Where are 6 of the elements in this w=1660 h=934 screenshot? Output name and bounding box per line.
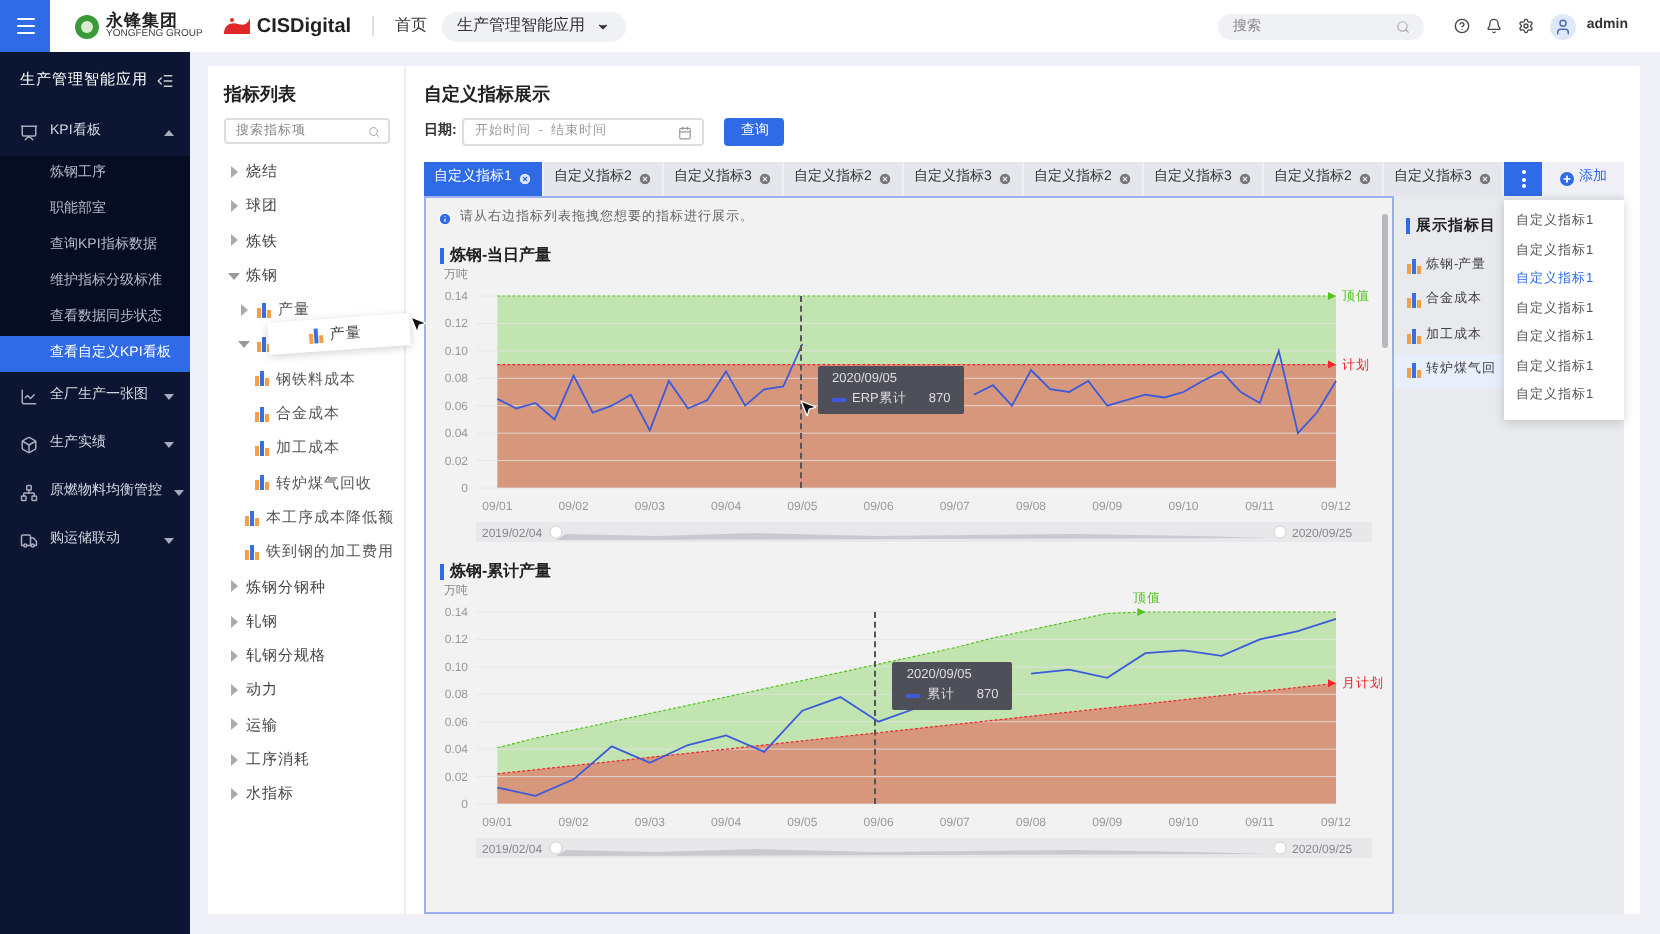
section-title: 自定义指标展示 <box>424 82 552 108</box>
chart-title: 炼钢-当日产量 <box>450 244 552 268</box>
panel-title: 指标列表 <box>224 82 298 108</box>
logo-text: 永锋集团 <box>106 12 178 30</box>
logo-text: CISDigital <box>256 13 352 41</box>
chart-title: 炼钢-累计产量 <box>450 560 552 584</box>
